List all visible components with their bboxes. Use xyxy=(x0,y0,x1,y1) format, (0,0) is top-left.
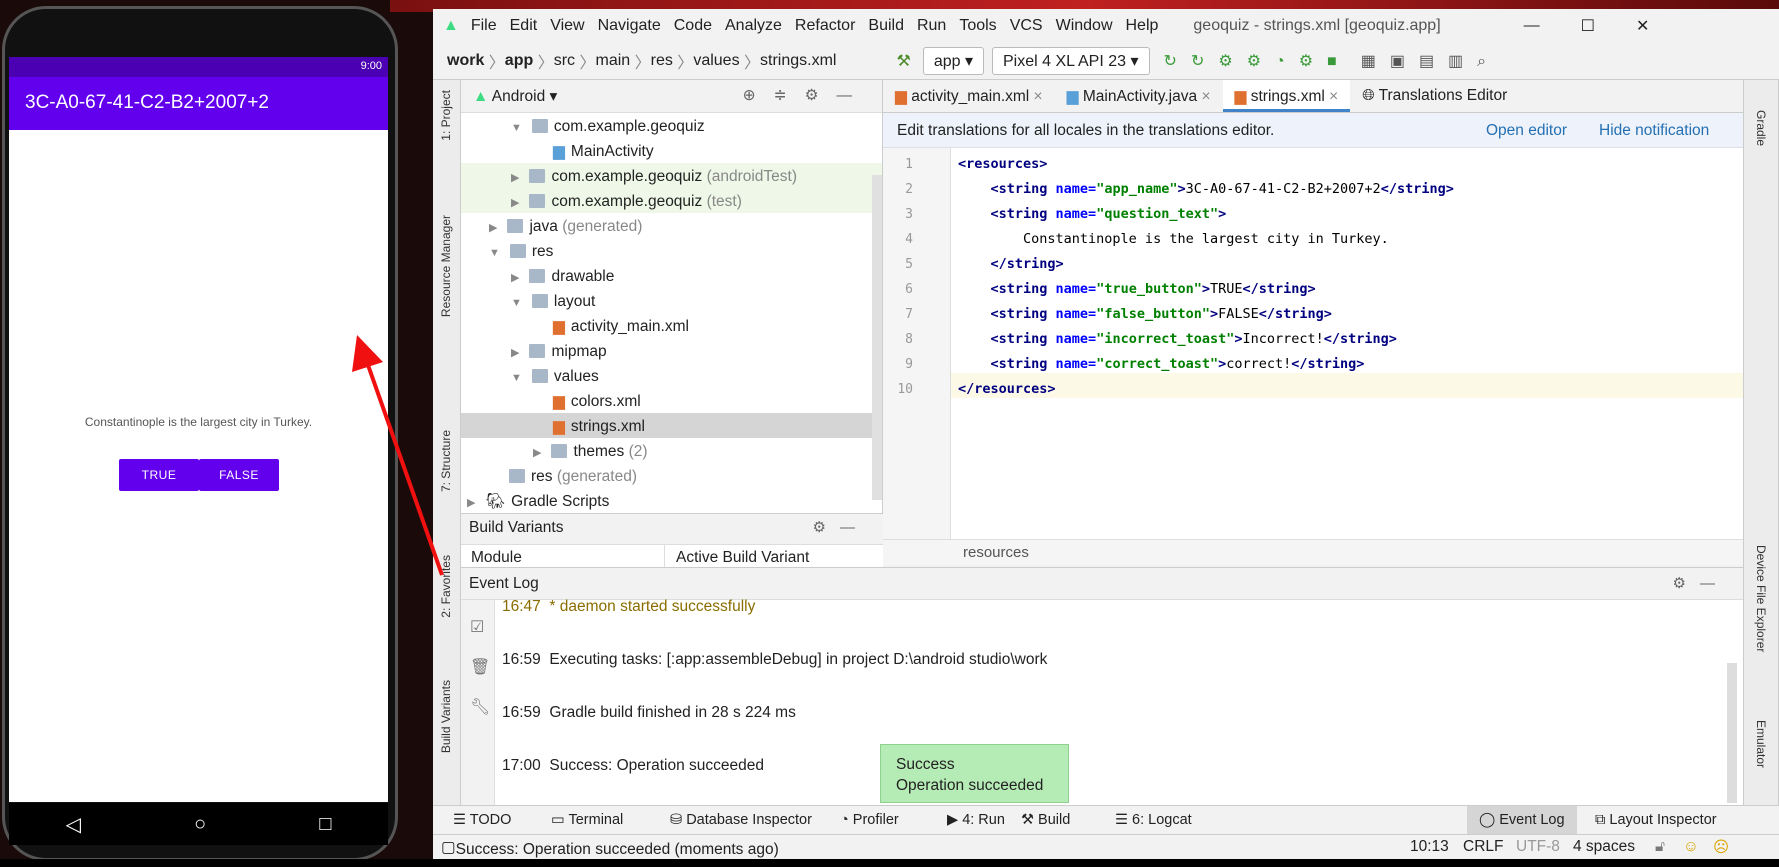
red-arrow-annotation xyxy=(352,335,444,576)
